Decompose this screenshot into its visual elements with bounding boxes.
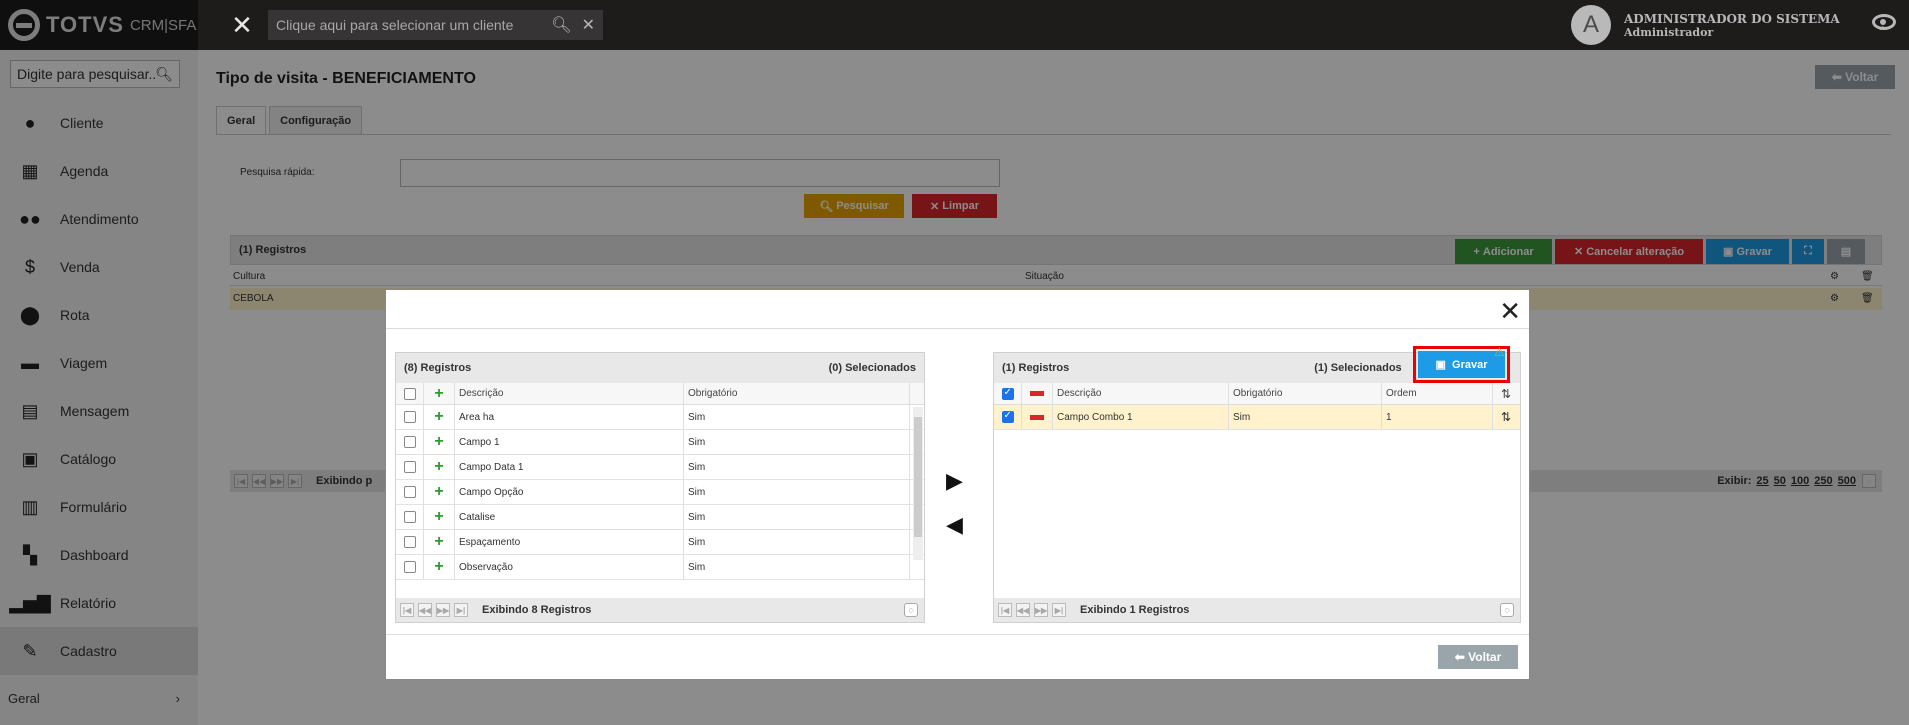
row-checkbox[interactable] xyxy=(1001,410,1014,423)
table-row[interactable]: + Campo 1 Sim xyxy=(396,430,924,455)
row-checkbox[interactable] xyxy=(403,511,416,523)
move-right-icon[interactable]: ▶ xyxy=(946,468,963,494)
cell-obrigatorio: Sim xyxy=(684,555,910,579)
lightbulb-icon[interactable]: ◌ xyxy=(904,603,918,617)
selected-table-header: Descrição Obrigatório Ordem ⇅ xyxy=(994,383,1520,405)
save-icon: ▣ xyxy=(1435,359,1453,371)
remove-icon[interactable] xyxy=(1030,414,1044,420)
arrow-left-icon: ⬅ xyxy=(1454,650,1469,664)
modal-divider xyxy=(386,328,1529,329)
modal-back-label: Voltar xyxy=(1468,650,1502,664)
cell-descricao: Area ha xyxy=(455,405,684,429)
lightbulb-icon[interactable]: ◌ xyxy=(1500,603,1514,617)
cell-ordem[interactable]: 1 xyxy=(1382,405,1493,429)
cell-descricao: Campo Data 1 xyxy=(455,455,684,479)
column-obrigatorio[interactable]: Obrigatório xyxy=(684,383,910,404)
selected-fields-panel: (1) Registros (1) Selecionados Descrição… xyxy=(993,352,1521,623)
row-checkbox[interactable] xyxy=(403,486,416,498)
prev-page-icon[interactable]: ◀◀ xyxy=(1016,603,1030,617)
row-checkbox[interactable] xyxy=(403,461,416,473)
add-icon[interactable]: + xyxy=(434,408,443,426)
available-pager: |◀ ◀◀ ▶▶ ▶| Exibindo 8 Registros ◌ xyxy=(396,598,924,622)
move-left-icon[interactable]: ◀ xyxy=(946,512,963,538)
cell-obrigatorio: Sim xyxy=(1229,405,1382,429)
add-icon[interactable]: + xyxy=(434,458,443,476)
scrollbar-thumb[interactable] xyxy=(914,417,922,537)
column-ordem[interactable]: Ordem xyxy=(1382,383,1493,404)
selected-pager: |◀ ◀◀ ▶▶ ▶| Exibindo 1 Registros ◌ xyxy=(994,598,1520,622)
cell-obrigatorio: Sim xyxy=(684,505,910,529)
modal-back-button[interactable]: ⬅ Voltar xyxy=(1438,645,1518,669)
row-checkbox[interactable] xyxy=(403,436,416,448)
table-row[interactable]: + Catalise Sim xyxy=(396,505,924,530)
first-page-icon[interactable]: |◀ xyxy=(400,603,414,617)
cell-descricao: Catalise xyxy=(455,505,684,529)
cell-descricao: Campo Combo 1 xyxy=(1053,405,1229,429)
table-row[interactable]: + Campo Data 1 Sim xyxy=(396,455,924,480)
table-row[interactable]: Campo Combo 1 Sim 1 ⇅ xyxy=(994,405,1520,430)
available-pager-text: Exibindo 8 Registros xyxy=(482,604,592,616)
add-icon[interactable]: + xyxy=(434,558,443,576)
last-page-icon[interactable]: ▶| xyxy=(1052,603,1066,617)
modal-backdrop-left xyxy=(0,0,198,725)
cell-descricao: Campo 1 xyxy=(455,430,684,454)
highlight-box: ▣ Gravar ⚠ xyxy=(1413,345,1510,383)
selected-record-count: (1) Registros xyxy=(1002,362,1070,374)
select-all-checkbox[interactable] xyxy=(403,387,416,400)
cell-obrigatorio: Sim xyxy=(684,405,910,429)
add-icon[interactable]: + xyxy=(434,508,443,526)
cell-obrigatorio: Sim xyxy=(684,530,910,554)
next-page-icon[interactable]: ▶▶ xyxy=(436,603,450,617)
sort-arrows-icon[interactable]: ⇅ xyxy=(1493,383,1519,404)
row-checkbox[interactable] xyxy=(403,411,416,423)
modal-save-button[interactable]: ▣ Gravar xyxy=(1418,351,1505,378)
available-table-header: + Descrição Obrigatório xyxy=(396,383,924,405)
close-icon[interactable]: ✕ xyxy=(1499,296,1521,327)
available-selected-count: (0) Selecionados xyxy=(828,362,916,374)
available-fields-panel: (8) Registros (0) Selecionados + Descriç… xyxy=(395,352,925,623)
column-obrigatorio[interactable]: Obrigatório xyxy=(1229,383,1382,404)
available-record-count: (8) Registros xyxy=(404,362,472,374)
row-checkbox[interactable] xyxy=(403,561,416,573)
reorder-icon[interactable]: ⇅ xyxy=(1493,405,1519,429)
selected-pager-text: Exibindo 1 Registros xyxy=(1080,604,1190,616)
table-row[interactable]: + Observação Sim xyxy=(396,555,924,580)
prev-page-icon[interactable]: ◀◀ xyxy=(418,603,432,617)
scrollbar[interactable] xyxy=(913,407,923,560)
modal-save-button-label: Gravar xyxy=(1452,358,1488,371)
selected-selected-count: (1) Selecionados xyxy=(1314,362,1402,374)
remove-all-icon[interactable] xyxy=(1030,391,1044,396)
add-icon[interactable]: + xyxy=(434,433,443,451)
modal-footer-divider xyxy=(386,634,1529,635)
cell-descricao: Campo Opção xyxy=(455,480,684,504)
last-page-icon[interactable]: ▶| xyxy=(454,603,468,617)
add-icon[interactable]: + xyxy=(434,533,443,551)
table-row[interactable]: + Area ha Sim xyxy=(396,405,924,430)
row-checkbox[interactable] xyxy=(403,536,416,548)
add-all-icon[interactable]: + xyxy=(434,385,443,403)
modal-backdrop-top xyxy=(0,0,1909,50)
warning-icon: ⚠ xyxy=(1494,345,1505,359)
cell-obrigatorio: Sim xyxy=(684,430,910,454)
cell-descricao: Espaçamento xyxy=(455,530,684,554)
first-page-icon[interactable]: |◀ xyxy=(998,603,1012,617)
cell-obrigatorio: Sim xyxy=(684,455,910,479)
field-selection-modal: ✕ (8) Registros (0) Selecionados + Descr… xyxy=(385,289,1530,680)
add-icon[interactable]: + xyxy=(434,483,443,501)
select-all-checkbox[interactable] xyxy=(1001,387,1014,400)
cell-descricao: Observação xyxy=(455,555,684,579)
cell-obrigatorio: Sim xyxy=(684,480,910,504)
next-page-icon[interactable]: ▶▶ xyxy=(1034,603,1048,617)
table-row[interactable]: + Campo Opção Sim xyxy=(396,480,924,505)
table-row[interactable]: + Espaçamento Sim xyxy=(396,530,924,555)
column-descricao[interactable]: Descrição xyxy=(455,383,684,404)
column-descricao[interactable]: Descrição xyxy=(1053,383,1229,404)
